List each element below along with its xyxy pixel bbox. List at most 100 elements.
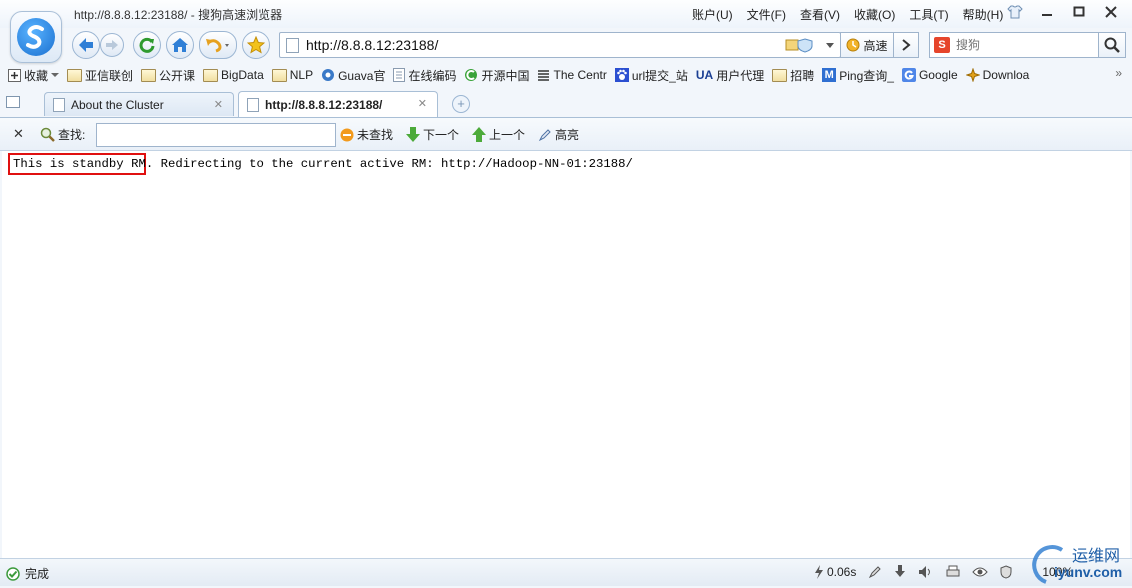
star-icon [247,36,265,54]
bookmark-label: 用户代理 [716,68,765,83]
bookmark-label: Downloa [982,68,1030,82]
back-arrow-icon [79,38,93,52]
redirect-message: Redirecting to the current active RM: ht… [153,157,633,171]
address-dropdown-icon[interactable] [825,41,835,49]
undo-icon [206,39,229,53]
bookmarks-collect-menu[interactable]: 收藏 [8,67,60,84]
done-check-icon [6,566,20,581]
minimize-button[interactable] [1036,2,1058,22]
bookmark-label: Guava官 [338,68,386,83]
security-shield-icon[interactable] [785,37,817,53]
tab-about-cluster[interactable]: About the Cluster ✕ [44,92,234,116]
find-highlight-button[interactable]: 高亮 [538,126,579,143]
speed-mode-icon [846,38,860,52]
skin-button[interactable] [1004,2,1026,22]
find-highlight-label: 高亮 [555,128,580,142]
bookmark-label: NLP [289,68,314,82]
close-find-icon[interactable]: ✕ [13,126,24,142]
menu-view[interactable]: 查看(V) [800,6,840,23]
address-text[interactable]: http://8.8.8.12:23188/ [306,37,438,53]
download-arrow-icon[interactable] [894,565,906,579]
not-found-icon [340,128,354,141]
bookmark-item[interactable]: UA 用户代理 [696,67,764,84]
refresh-icon [139,37,155,53]
print-icon[interactable] [946,565,960,579]
bookmark-item[interactable]: 招聘 [772,67,814,84]
maximize-button[interactable] [1068,2,1090,22]
add-bookmark-icon [8,68,21,82]
folder-icon [271,68,287,82]
window-title: http://8.8.8.12:23188/ - 搜狗高速浏览器 [74,8,283,22]
close-tab-icon[interactable]: ✕ [214,98,223,111]
bookmark-item[interactable]: 亚信联创 [67,67,133,84]
refresh-button[interactable] [133,31,161,59]
speed-mode-button[interactable]: 高速 [840,32,894,58]
gear-icon [322,69,335,81]
search-box[interactable]: S [929,32,1099,58]
standby-message: This is standby RM. [13,157,154,171]
close-window-button[interactable] [1100,2,1122,22]
volume-icon[interactable] [918,565,934,579]
favorite-star-button[interactable] [242,31,270,59]
load-time-text: 0.06s [827,565,857,579]
go-button[interactable] [893,32,919,58]
undo-closed-tab-button[interactable] [199,31,237,59]
search-button[interactable] [1098,32,1126,58]
bookmark-item[interactable]: Google [901,68,958,82]
menu-tools[interactable]: 工具(T) [909,6,948,23]
menu-bar: 账户(U) 文件(F) 查看(V) 收藏(O) 工具(T) 帮助(H) [692,6,1003,23]
sogou-search-icon: S [934,37,950,53]
oschina-icon [465,69,478,81]
find-input[interactable] [96,123,336,147]
highlighter-icon [538,128,551,141]
bookmark-item[interactable]: Guava官 [321,67,385,84]
page-icon [286,38,299,53]
arrow-up-icon [472,127,486,142]
bookmark-item[interactable]: NLP [271,68,314,82]
folder-icon [772,68,788,82]
bookmark-item[interactable]: M Ping查询_ [822,67,894,84]
close-tab-icon[interactable]: ✕ [418,97,427,110]
find-prev-button[interactable]: 上一个 [472,126,525,143]
bookmark-label: 招聘 [790,68,815,83]
bookmarks-overflow-icon[interactable]: » [1115,66,1122,80]
search-input[interactable] [954,37,1098,53]
shirt-icon [1007,5,1023,19]
bookmark-item[interactable]: BigData [203,68,264,82]
home-icon [172,38,188,52]
tab-active-page[interactable]: http://8.8.8.12:23188/ ✕ [238,91,438,117]
pen-icon[interactable] [868,565,882,579]
bookmark-label: 在线编码 [408,68,457,83]
ua-icon: UA [695,68,714,82]
sidebar-toggle-icon[interactable] [6,96,20,108]
title-bar: http://8.8.8.12:23188/ - 搜狗高速浏览器 账户(U) 文… [0,0,1132,28]
eye-icon[interactable] [972,566,989,578]
site-watermark-logo: 运维网 iyunv.com [1032,540,1132,585]
home-button[interactable] [166,31,194,59]
menu-favorites[interactable]: 收藏(O) [854,6,895,23]
menu-account[interactable]: 账户(U) [692,6,733,23]
menu-help[interactable]: 帮助(H) [963,6,1004,23]
back-button[interactable] [72,31,100,59]
bookmark-label: Ping查询_ [839,68,894,83]
menu-file[interactable]: 文件(F) [747,6,786,23]
m-icon: M [822,68,837,82]
find-next-label: 下一个 [423,128,460,142]
shield-icon[interactable] [1000,565,1012,579]
load-time[interactable]: 0.06s [814,565,856,579]
lightning-icon [815,565,823,579]
bookmark-item[interactable]: Downloa [965,68,1030,82]
new-tab-button[interactable]: + [452,95,470,113]
bookmark-item[interactable]: The Centr [537,68,607,82]
tab-bar: About the Cluster ✕ http://8.8.8.12:2318… [0,90,1132,118]
bookmark-item[interactable]: url提交_站 [614,67,688,84]
address-bar[interactable]: http://8.8.8.12:23188/ [279,32,841,58]
download-icon [965,68,980,82]
bookmark-item[interactable]: 公开课 [141,67,195,84]
find-status: 未查找 [340,126,393,143]
bookmark-item[interactable]: 在线编码 [393,67,456,84]
forward-button[interactable] [100,33,124,57]
folder-icon [67,68,83,82]
bookmark-item[interactable]: 开源中国 [464,67,529,84]
find-next-button[interactable]: 下一个 [406,126,459,143]
